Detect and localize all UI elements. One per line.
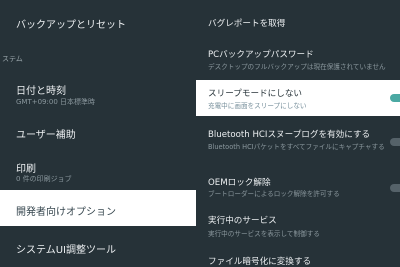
option-running-services[interactable]: 実行中のサービス 実行中のサービスを表示して制御する [196, 210, 400, 240]
category-backup-reset[interactable]: バックアップとリセット [0, 0, 196, 40]
settings-screen: バックアップとリセット ステム 日付と時刻 GMT+09:00 日本標準時 ユー… [0, 0, 400, 267]
option-subtitle: 実行中のサービスを表示して制御する [208, 230, 320, 238]
option-pc-backup-password[interactable]: PCバックアップパスワード デスクトップのフルバックアップは現在保護されていませ… [196, 42, 400, 76]
category-subtitle: 0 件の印刷ジョブ [16, 175, 72, 183]
option-title: 実行中のサービス [208, 216, 277, 226]
option-subtitle: Bluetooth HCIパケットをすべてファイルにキャプチャする [208, 143, 385, 151]
option-take-bug-report[interactable]: バグレポートを取得 [196, 0, 400, 40]
settings-category-list: バックアップとリセット ステム 日付と時刻 GMT+09:00 日本標準時 ユー… [0, 0, 196, 267]
category-label: ユーザー補助 [16, 130, 76, 141]
option-title: PCバックアップパスワード [208, 50, 314, 60]
category-label: バックアップとリセット [16, 20, 126, 31]
category-subtitle: GMT+09:00 日本標準時 [16, 98, 96, 106]
category-printing[interactable]: 印刷 0 件の印刷ジョブ [0, 152, 196, 186]
option-title: ファイル暗号化に変換する [208, 257, 312, 267]
category-date-time[interactable]: 日付と時刻 GMT+09:00 日本標準時 [0, 72, 196, 112]
option-title: スリープモードにしない [208, 89, 303, 99]
category-label: 印刷 [16, 164, 36, 175]
option-oem-unlock[interactable]: OEMロック解除 ブートローダーによるロック解除を許可する [196, 172, 400, 202]
option-convert-file-encryption[interactable]: ファイル暗号化に変換する [196, 248, 400, 267]
option-title: バグレポートを取得 [208, 19, 286, 29]
option-subtitle: ブートローダーによるロック解除を許可する [208, 190, 340, 198]
option-subtitle: デスクトップのフルバックアップは現在保護されていません [208, 63, 386, 71]
stay-awake-toggle[interactable] [390, 94, 400, 102]
category-developer-options[interactable]: 開発者向けオプション [0, 190, 196, 226]
category-accessibility[interactable]: ユーザー補助 [0, 115, 196, 149]
developer-options-list: バグレポートを取得 PCバックアップパスワード デスクトップのフルバックアップは… [196, 0, 400, 267]
category-label: 開発者向けオプション [16, 207, 116, 218]
category-label: システムUI調整ツール [16, 245, 116, 256]
option-bluetooth-hci-snoop[interactable]: Bluetooth HCIスヌープログを有効にする Bluetooth HCIパ… [196, 124, 400, 158]
category-system-ui-tuner[interactable]: システムUI調整ツール [0, 232, 196, 267]
section-header-system: ステム [2, 55, 23, 63]
option-subtitle: 充電中に画面をスリープにしない [208, 102, 307, 110]
option-stay-awake[interactable]: スリープモードにしない 充電中に画面をスリープにしない [196, 80, 400, 116]
oem-unlock-toggle[interactable] [390, 184, 400, 192]
option-title: Bluetooth HCIスヌープログを有効にする [208, 130, 371, 140]
bluetooth-hci-toggle[interactable] [390, 138, 400, 146]
category-label: 日付と時刻 [16, 86, 66, 97]
option-title: OEMロック解除 [208, 178, 271, 188]
